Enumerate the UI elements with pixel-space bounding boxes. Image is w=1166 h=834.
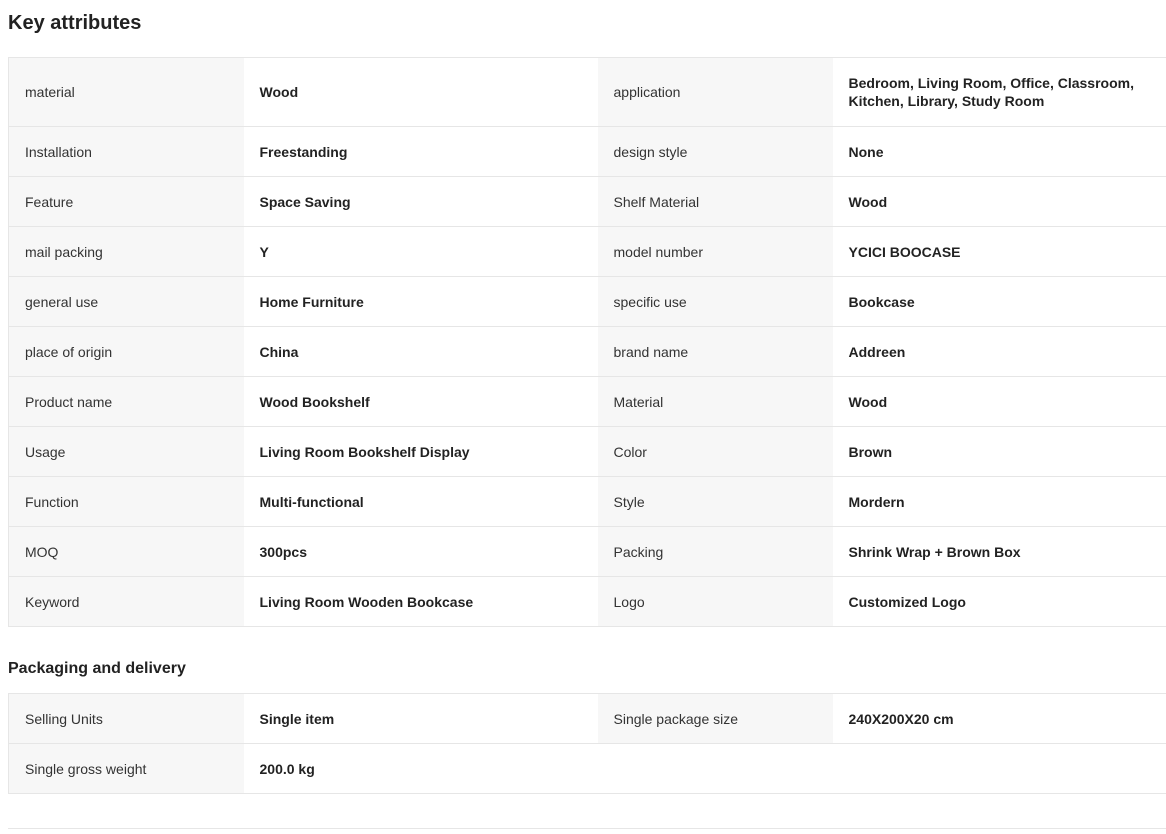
attribute-value: Space Saving	[243, 176, 598, 227]
attribute-label: Installation	[8, 126, 244, 177]
attribute-value: China	[243, 326, 598, 377]
attribute-label: Product name	[8, 376, 244, 427]
attribute-label: Color	[597, 426, 833, 477]
attribute-value: 200.0 kg	[243, 743, 598, 794]
table-row: Keyword Living Room Wooden Bookcase Logo…	[8, 576, 1166, 627]
attribute-label: Keyword	[8, 576, 244, 627]
attribute-label: Logo	[597, 576, 833, 627]
attribute-label: model number	[597, 226, 833, 277]
attribute-label: Usage	[8, 426, 244, 477]
attribute-value: Multi-functional	[243, 476, 598, 527]
attribute-value: None	[832, 126, 1166, 177]
attribute-value: Living Room Bookshelf Display	[243, 426, 598, 477]
key-attributes-table: material Wood application Bedroom, Livin…	[8, 57, 1166, 627]
attribute-value: Wood	[243, 57, 598, 127]
table-row: mail packing Y model number YCICI BOOCAS…	[8, 226, 1166, 277]
key-attributes-title: Key attributes	[8, 12, 142, 34]
table-row: Single gross weight 200.0 kg	[8, 743, 1166, 794]
attribute-label: Single gross weight	[8, 743, 244, 794]
table-row: Function Multi-functional Style Mordern	[8, 476, 1166, 527]
attribute-label: design style	[597, 126, 833, 177]
attribute-label: Packing	[597, 526, 833, 577]
table-row: MOQ 300pcs Packing Shrink Wrap + Brown B…	[8, 526, 1166, 577]
attribute-value: YCICI BOOCASE	[832, 226, 1166, 277]
table-row: Product name Wood Bookshelf Material Woo…	[8, 376, 1166, 427]
attribute-value: Living Room Wooden Bookcase	[243, 576, 598, 627]
attribute-label: specific use	[597, 276, 833, 327]
attribute-label: Style	[597, 476, 833, 527]
attribute-label: general use	[8, 276, 244, 327]
attribute-label: brand name	[597, 326, 833, 377]
attribute-value: Bedroom, Living Room, Office, Classroom,…	[832, 57, 1166, 127]
attribute-value: Shrink Wrap + Brown Box	[832, 526, 1166, 577]
empty-cell	[597, 743, 833, 794]
attribute-value: 300pcs	[243, 526, 598, 577]
table-row: Usage Living Room Bookshelf Display Colo…	[8, 426, 1166, 477]
attribute-label: material	[8, 57, 244, 127]
table-row: Installation Freestanding design style N…	[8, 126, 1166, 177]
attribute-value: Home Furniture	[243, 276, 598, 327]
attribute-value: Brown	[832, 426, 1166, 477]
table-row: Feature Space Saving Shelf Material Wood	[8, 176, 1166, 227]
attribute-label: Single package size	[597, 693, 833, 744]
attribute-value: Customized Logo	[832, 576, 1166, 627]
table-row: general use Home Furniture specific use …	[8, 276, 1166, 327]
table-row: Selling Units Single item Single package…	[8, 693, 1166, 744]
section-divider	[8, 828, 1166, 829]
table-row: place of origin China brand name Addreen	[8, 326, 1166, 377]
attribute-value: Addreen	[832, 326, 1166, 377]
attribute-value: Single item	[243, 693, 598, 744]
attribute-label: application	[597, 57, 833, 127]
table-row: material Wood application Bedroom, Livin…	[8, 57, 1166, 127]
packaging-delivery-title: Packaging and delivery	[8, 660, 186, 677]
attribute-value: 240X200X20 cm	[832, 693, 1166, 744]
attribute-label: MOQ	[8, 526, 244, 577]
attribute-value: Mordern	[832, 476, 1166, 527]
attribute-value: Wood	[832, 176, 1166, 227]
packaging-delivery-table: Selling Units Single item Single package…	[8, 693, 1166, 794]
attribute-value: Freestanding	[243, 126, 598, 177]
attribute-label: Material	[597, 376, 833, 427]
attribute-label: Feature	[8, 176, 244, 227]
attribute-value: Y	[243, 226, 598, 277]
attribute-label: Function	[8, 476, 244, 527]
attribute-label: Selling Units	[8, 693, 244, 744]
attribute-label: mail packing	[8, 226, 244, 277]
attribute-label: Shelf Material	[597, 176, 833, 227]
attribute-label: place of origin	[8, 326, 244, 377]
empty-cell	[832, 743, 1166, 794]
attribute-value: Bookcase	[832, 276, 1166, 327]
attribute-value: Wood Bookshelf	[243, 376, 598, 427]
attribute-value: Wood	[832, 376, 1166, 427]
